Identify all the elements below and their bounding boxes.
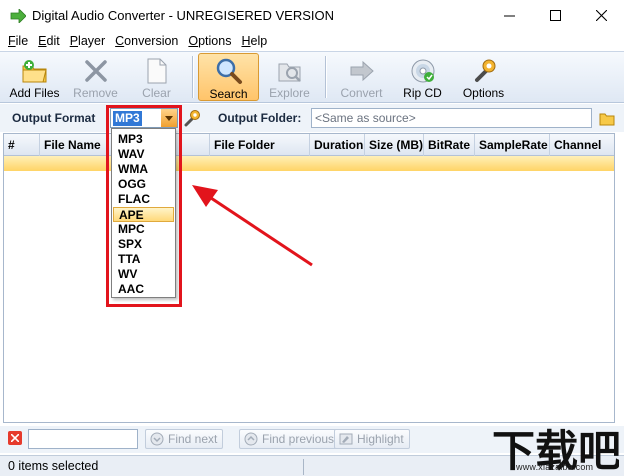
menu-file[interactable]: File: [3, 34, 33, 48]
highlight-icon: [338, 431, 354, 447]
output-format-label: Output Format: [12, 111, 96, 125]
browse-folder-icon[interactable]: [599, 110, 615, 129]
remove-x-icon: [82, 57, 110, 84]
format-option-flac[interactable]: FLAC: [113, 192, 174, 207]
menu-conversion[interactable]: Conversion: [110, 34, 183, 48]
clear-button[interactable]: Clear: [126, 53, 187, 101]
column-header-size[interactable]: Size (MB): [365, 134, 424, 156]
output-folder-label: Output Folder:: [218, 111, 302, 125]
output-format-value: MP3: [113, 110, 142, 126]
remove-button[interactable]: Remove: [65, 53, 126, 101]
column-header-samplerate[interactable]: SampleRate: [475, 134, 550, 156]
toolbar: Add Files Remove Clear Search Explore Co…: [0, 51, 624, 103]
table-row[interactable]: [4, 156, 614, 171]
menu-options[interactable]: Options: [183, 34, 236, 48]
search-button[interactable]: Search: [198, 53, 259, 101]
output-options-bar: Output Format MP3 Output Folder: <Same a…: [0, 104, 624, 132]
grid-header: # File Name File Folder Duration Size (M…: [4, 134, 614, 156]
format-option-wv[interactable]: WV: [113, 267, 174, 282]
format-option-ogg[interactable]: OGG: [113, 177, 174, 192]
menu-bar: File Edit Player Conversion Options Help: [0, 31, 624, 51]
close-find-icon[interactable]: [8, 431, 22, 445]
highlight-button[interactable]: Highlight: [334, 429, 410, 449]
status-divider: [303, 459, 304, 475]
column-header-index[interactable]: #: [4, 134, 40, 156]
close-button[interactable]: [578, 0, 624, 31]
format-settings-wrench-icon[interactable]: [183, 109, 201, 130]
format-option-tta[interactable]: TTA: [113, 252, 174, 267]
column-header-duration[interactable]: Duration: [310, 134, 365, 156]
format-option-ape[interactable]: APE: [113, 207, 174, 222]
maximize-button[interactable]: [532, 0, 578, 31]
output-format-select[interactable]: MP3: [110, 108, 178, 128]
watermark-url: www.xiazaiba.com: [516, 462, 594, 472]
output-folder-input[interactable]: <Same as source>: [311, 108, 592, 128]
magnifier-icon: [215, 57, 243, 85]
blank-page-icon: [143, 57, 171, 84]
find-next-button[interactable]: Find next: [145, 429, 224, 449]
arrow-down-icon: [149, 431, 165, 447]
find-input[interactable]: [28, 429, 138, 449]
status-text: 0 items selected: [8, 459, 99, 473]
format-option-aac[interactable]: AAC: [113, 282, 174, 297]
column-header-channel[interactable]: Channel: [550, 134, 614, 156]
window-title: Digital Audio Converter - UNREGISERED VE…: [32, 8, 334, 23]
convert-button[interactable]: Convert: [331, 53, 392, 101]
menu-edit[interactable]: Edit: [33, 34, 65, 48]
format-option-spx[interactable]: SPX: [113, 237, 174, 252]
format-option-mp3[interactable]: MP3: [113, 132, 174, 147]
explore-button[interactable]: Explore: [259, 53, 320, 101]
wrench-icon: [470, 57, 498, 84]
title-bar: Digital Audio Converter - UNREGISERED VE…: [0, 0, 624, 31]
format-dropdown-list: MP3 WAV WMA OGG FLAC APE MPC SPX TTA WV …: [111, 128, 176, 298]
app-window: Digital Audio Converter - UNREGISERED VE…: [0, 0, 624, 476]
find-previous-button[interactable]: Find previous: [239, 429, 341, 449]
add-files-button[interactable]: Add Files: [4, 53, 65, 101]
toolbar-separator: [325, 56, 326, 98]
toolbar-separator: [192, 56, 193, 98]
column-header-bitrate[interactable]: BitRate: [424, 134, 475, 156]
convert-arrow-icon: [348, 57, 376, 84]
menu-player[interactable]: Player: [65, 34, 110, 48]
dropdown-arrow-icon[interactable]: [161, 109, 177, 127]
format-option-wma[interactable]: WMA: [113, 162, 174, 177]
column-header-file-folder[interactable]: File Folder: [210, 134, 310, 156]
folder-plus-icon: [21, 57, 49, 84]
menu-help[interactable]: Help: [236, 34, 272, 48]
format-option-mpc[interactable]: MPC: [113, 222, 174, 237]
arrow-up-icon: [243, 431, 259, 447]
file-list-grid[interactable]: # File Name File Folder Duration Size (M…: [3, 133, 615, 423]
format-option-wav[interactable]: WAV: [113, 147, 174, 162]
rip-cd-button[interactable]: Rip CD: [392, 53, 453, 101]
app-arrow-icon: [10, 8, 26, 24]
minimize-button[interactable]: [486, 0, 532, 31]
explore-icon: [276, 57, 304, 84]
cd-disc-icon: [409, 57, 437, 84]
options-button[interactable]: Options: [453, 53, 514, 101]
